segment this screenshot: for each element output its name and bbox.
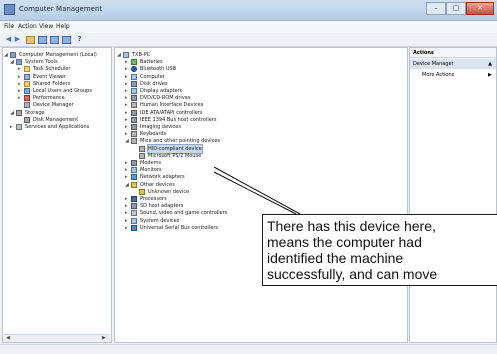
services-icon	[16, 124, 22, 130]
forward-arrow-icon[interactable]: ▶	[13, 35, 22, 44]
more-actions-link[interactable]: More Actions	[422, 72, 454, 78]
imaging-device-icon	[131, 124, 137, 130]
keyboard-icon	[131, 131, 137, 138]
warning-icon	[139, 188, 145, 195]
minimize-button[interactable]: –	[426, 2, 446, 15]
storage-icon	[16, 109, 22, 116]
system-devices-icon	[131, 217, 137, 224]
disk-drive-icon	[131, 80, 137, 87]
hid-icon	[131, 102, 137, 109]
horizontal-scrollbar[interactable]: ◀ ▶	[4, 334, 110, 342]
properties-icon[interactable]	[50, 36, 59, 44]
menu-view[interactable]: View	[39, 23, 53, 30]
help-icon[interactable]: ?	[75, 35, 84, 44]
battery-icon	[131, 59, 137, 66]
more-actions-arrow-icon[interactable]: ▶	[488, 72, 492, 78]
expand-toggle-icon[interactable]: ◢	[10, 109, 15, 117]
collapse-up-icon[interactable]: ▲	[488, 59, 492, 69]
actions-section-device-manager[interactable]: Device Manager ▲	[410, 59, 496, 69]
sound-icon	[131, 210, 137, 217]
scroll-left-arrow-icon[interactable]: ◀	[6, 335, 10, 342]
menu-action[interactable]: Action	[18, 23, 37, 30]
console-tree-panel: ◀ ▶ ◢ Computer Management (Local) ◢ System …	[2, 47, 112, 343]
menu-file[interactable]: File	[4, 23, 14, 30]
event-viewer-icon	[24, 73, 30, 80]
scroll-right-arrow-icon[interactable]: ▶	[102, 335, 106, 342]
show-hide-tree-icon[interactable]	[38, 36, 47, 44]
menu-bar: File Action View Help	[0, 21, 497, 33]
up-folder-icon[interactable]	[26, 36, 35, 44]
collapse-toggle-icon[interactable]: ◢	[125, 137, 130, 145]
task-scheduler-icon	[24, 66, 30, 73]
performance-icon	[24, 95, 30, 102]
mouse-icon	[139, 152, 145, 159]
annotation-callout-text: There has this device here, means the co…	[267, 218, 442, 285]
tree-item-label: Services and Applications	[25, 124, 90, 130]
toolbar: ◀ ▶ ?	[0, 33, 497, 47]
expand-toggle-icon[interactable]: ▸	[10, 123, 15, 131]
window-title: Computer Management	[19, 5, 103, 13]
modem-icon	[131, 160, 137, 166]
computer-icon	[131, 73, 137, 80]
device-manager-icon	[24, 102, 30, 109]
actions-header: Actions	[410, 48, 496, 58]
mouse-icon	[139, 145, 145, 152]
close-button[interactable]: ✕	[466, 2, 494, 15]
expand-toggle-icon[interactable]: ◢	[10, 58, 15, 66]
expand-toggle-icon[interactable]: ◢	[4, 51, 9, 59]
device-node-label: Universal Serial Bus controllers	[140, 224, 218, 231]
display-adapter-icon	[131, 88, 137, 94]
usb-icon	[131, 224, 137, 231]
title-bar[interactable]: Computer Management – □ ✕	[0, 0, 497, 21]
menu-help[interactable]: Help	[56, 23, 70, 30]
device-tree-panel: ◢ TXB-PC ▸ Batteries ▸ Bluetooth USB ▸ Computer…	[114, 47, 408, 343]
disk-management-icon	[24, 116, 30, 123]
mouse-icon	[131, 138, 137, 145]
shared-folders-icon	[24, 80, 30, 87]
users-icon	[24, 88, 30, 94]
other-devices-icon	[131, 181, 137, 188]
computer-icon	[123, 52, 129, 58]
annotation-callout-box: There has this device here, means the co…	[262, 214, 497, 286]
computer-management-window: Computer Management – □ ✕ File Action Vi…	[0, 0, 497, 354]
expand-toggle-icon[interactable]: ▸	[125, 224, 130, 232]
collapse-toggle-icon[interactable]: ◢	[125, 181, 130, 189]
actions-panel: Actions Device Manager ▲ More Actions ▶	[409, 47, 497, 343]
bluetooth-icon	[131, 66, 137, 73]
maximize-button[interactable]: □	[446, 2, 466, 15]
console-icon[interactable]	[62, 36, 71, 44]
dvd-drive-icon	[131, 95, 137, 102]
collapse-toggle-icon[interactable]: ◢	[117, 51, 122, 59]
sd-adapter-icon	[131, 203, 137, 210]
actions-section-label: Device Manager	[413, 61, 454, 67]
network-adapter-icon	[131, 174, 137, 181]
monitor-icon	[131, 167, 137, 174]
ide-controller-icon	[131, 109, 137, 116]
back-arrow-icon[interactable]: ◀	[4, 35, 13, 44]
expand-toggle-icon[interactable]: ▸	[18, 94, 23, 102]
ieee1394-icon	[131, 116, 137, 123]
system-tools-icon	[16, 59, 22, 66]
app-icon	[4, 4, 15, 15]
processor-icon	[131, 196, 137, 202]
computer-management-icon	[10, 52, 16, 58]
